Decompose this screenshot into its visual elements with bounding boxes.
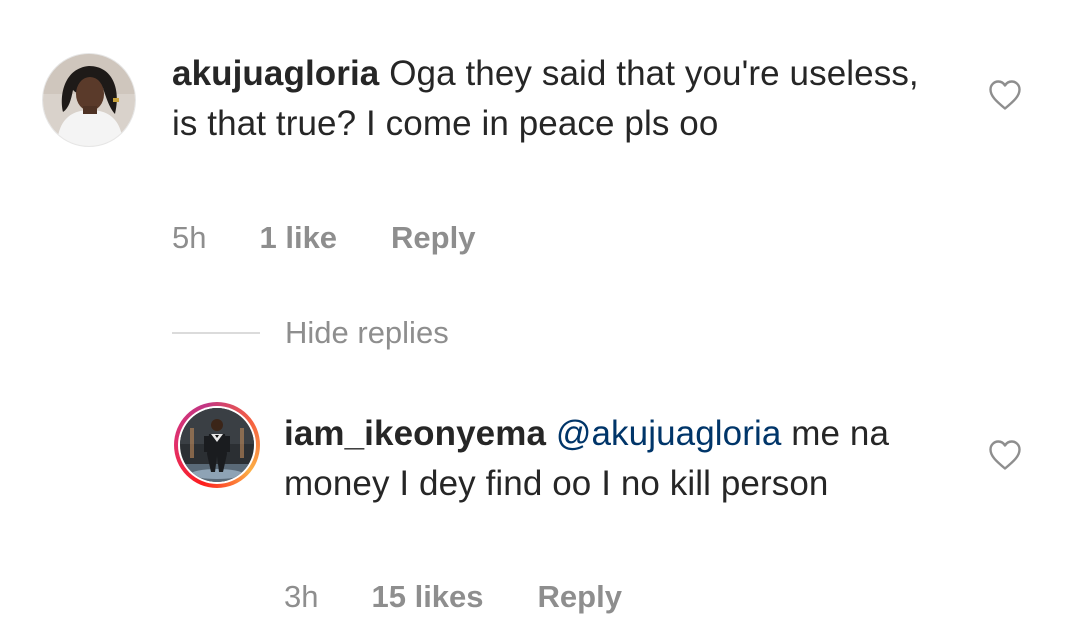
timestamp: 5h (172, 220, 207, 255)
hide-replies-toggle[interactable]: Hide replies (172, 312, 449, 354)
heart-outline-icon[interactable] (988, 79, 1022, 111)
comment: akujuagloria Oga they said that you're u… (0, 0, 1080, 280)
avatar[interactable] (180, 408, 254, 482)
replies-divider (172, 332, 260, 334)
mention-link[interactable]: @akujuagloria (556, 414, 782, 453)
story-ring[interactable] (174, 402, 260, 488)
reply-button[interactable]: Reply (538, 579, 622, 615)
username[interactable]: akujuagloria (172, 54, 379, 93)
comment-text: akujuagloria Oga they said that you're u… (172, 49, 932, 149)
avatar-photo (43, 54, 135, 146)
like-count[interactable]: 15 likes (371, 579, 483, 615)
comment-meta: 3h 15 likes Reply (284, 577, 622, 617)
comment-meta: 5h 1 like Reply (172, 218, 475, 258)
reply-button[interactable]: Reply (391, 220, 475, 256)
timestamp: 3h (284, 579, 319, 614)
avatar-photo (180, 408, 254, 482)
username[interactable]: iam_ikeonyema (284, 414, 546, 453)
heart-outline-icon[interactable] (988, 439, 1022, 471)
like-count[interactable]: 1 like (259, 220, 337, 256)
avatar[interactable] (42, 53, 136, 147)
hide-replies-label: Hide replies (285, 315, 449, 350)
comment-text: iam_ikeonyema @akujuagloria me na money … (284, 409, 944, 509)
